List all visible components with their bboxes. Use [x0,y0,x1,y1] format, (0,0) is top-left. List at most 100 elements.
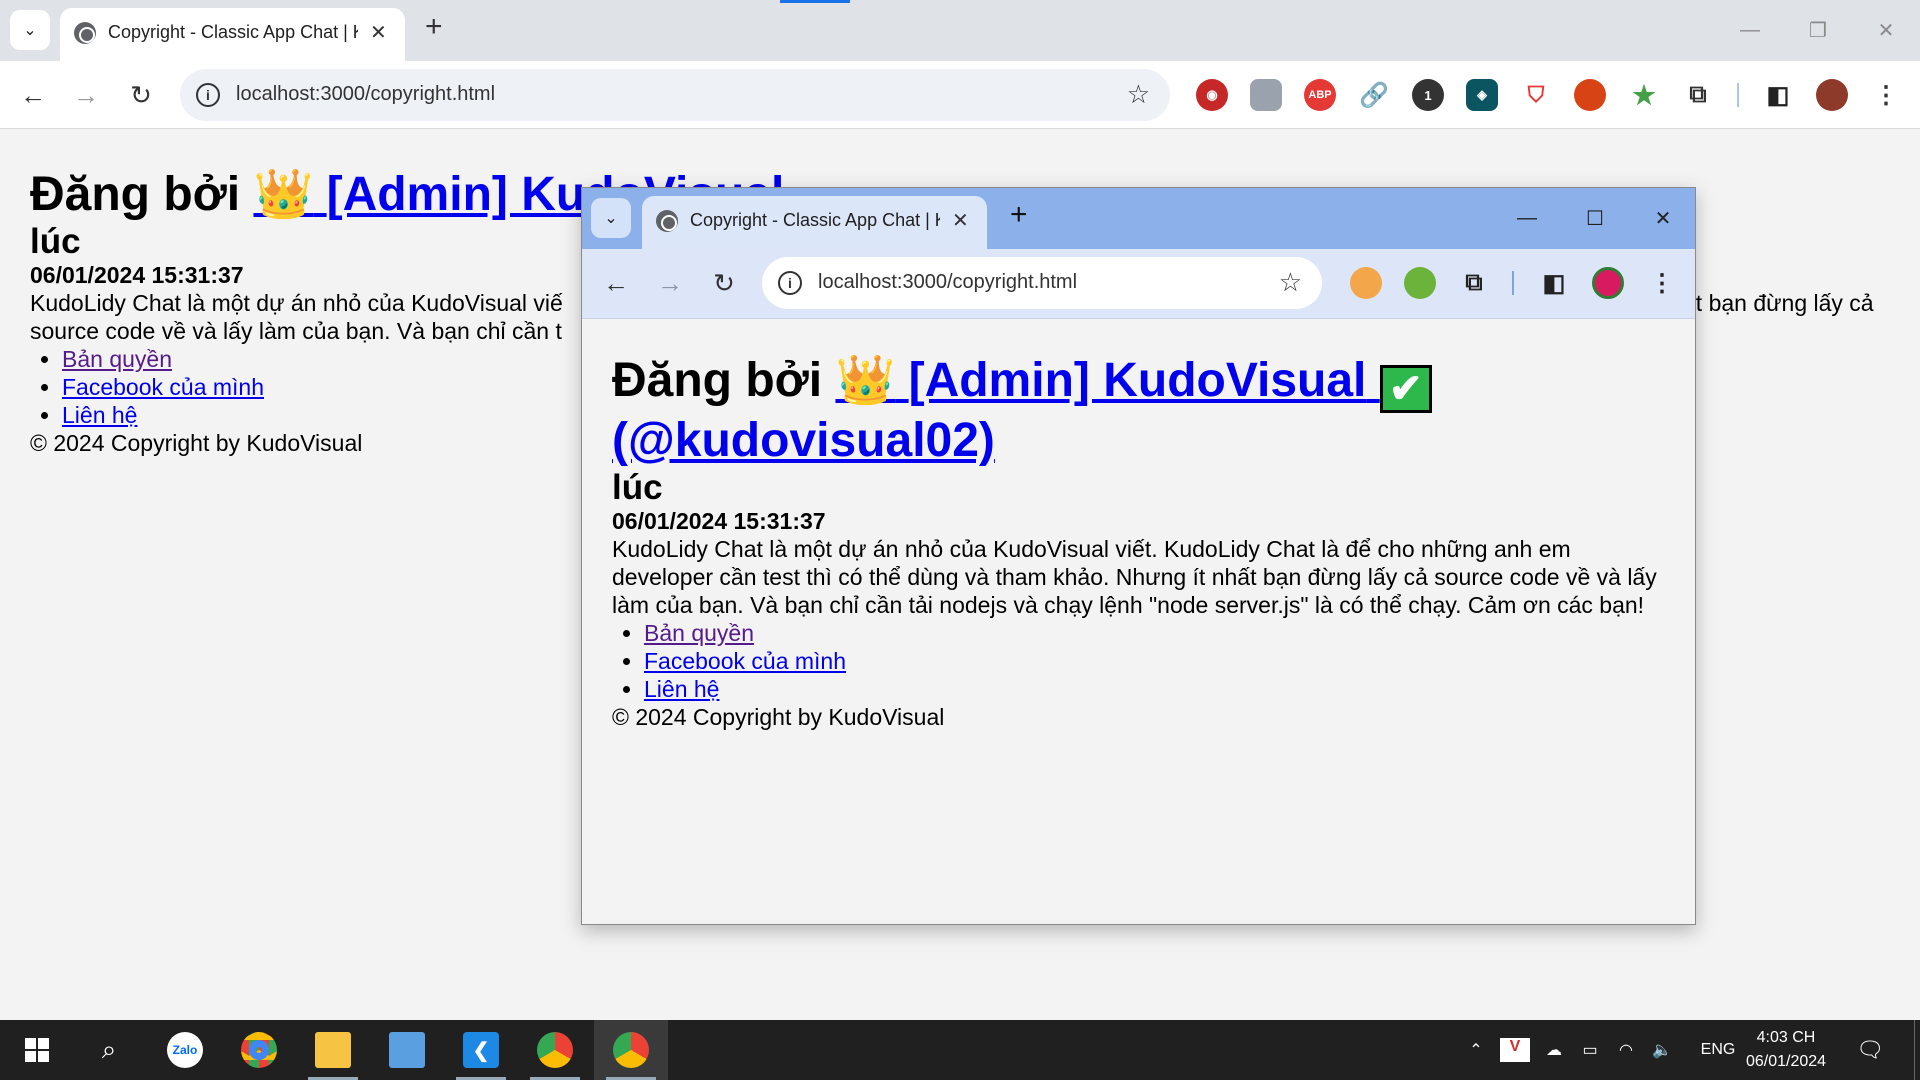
clock-time: 4:03 CH [1756,1029,1816,1046]
copyright-link[interactable]: Bản quyền [62,346,172,372]
contact-link[interactable]: Liên hệ [62,402,137,428]
copyright-link[interactable]: Bản quyền [644,620,754,646]
address-bar[interactable]: i localhost:3000/copyright.html ☆ [762,257,1322,309]
extension-orange-icon[interactable] [1350,267,1382,299]
list-item: Facebook của mình [644,647,1672,675]
back-arrow-icon[interactable]: ← [13,75,53,115]
facebook-link[interactable]: Facebook của mình [644,648,846,674]
browser-tab[interactable]: Copyright - Classic App Chat | K ✕ [60,8,405,61]
folder-icon [315,1032,351,1068]
restore-button[interactable]: ❐ [1784,0,1852,61]
wifi-icon[interactable]: ◠ [1608,1040,1644,1060]
minimize-button[interactable]: — [1493,188,1561,249]
close-window-button[interactable]: ✕ [1852,0,1920,61]
address-bar[interactable]: i localhost:3000/copyright.html ☆ [180,69,1170,121]
chevron-down-icon: ⌄ [604,210,618,227]
taskbar-app-zalo[interactable]: Zalo [148,1020,222,1080]
forward-arrow-icon[interactable]: → [66,75,106,115]
maximize-button[interactable]: ☐ [1561,188,1629,249]
avatar[interactable] [1592,267,1624,299]
show-desktop-button[interactable] [1914,1020,1920,1080]
minimize-button[interactable]: — [1716,0,1784,61]
side-panel-icon[interactable]: ◧ [1762,79,1794,111]
zalo-icon: Zalo [167,1032,203,1068]
window-controls: — ☐ ✕ [1493,188,1695,249]
start-button[interactable] [0,1020,74,1080]
reload-icon[interactable]: ↻ [121,75,161,115]
extension-photo-icon[interactable] [1250,79,1282,111]
tab-indicator [780,0,850,3]
search-icon: ⌕ [101,1034,117,1064]
browser-toolbar: ← → ↻ i localhost:3000/copyright.html ☆ … [582,249,1695,319]
shield-icon[interactable]: ⛉ [1520,79,1552,111]
tab-search-button[interactable]: ⌄ [10,10,50,50]
new-tab-button[interactable]: + [425,12,443,42]
list-item: Bản quyền [644,619,1672,647]
description: KudoLidy Chat là một dự án nhỏ của KudoV… [612,536,1657,618]
globe-icon [74,22,96,44]
extension-green-icon[interactable] [1404,267,1436,299]
taskbar-search-button[interactable]: ⌕ [72,1020,146,1080]
avatar[interactable] [1816,79,1848,111]
windows-taskbar: ⌕ Zalo ❮ ⌃ V ☁ ▭ ◠ 🔈 ENG 4:03 CH 06/01/2… [0,1020,1920,1080]
heading-prefix: Đăng bởi [30,168,241,221]
foreground-browser-window: ⌄ Copyright - Classic App Chat | K ✕ + —… [581,187,1696,925]
vscode-icon: ❮ [463,1032,499,1068]
link-extension-icon[interactable]: 🔗 [1358,79,1390,111]
taskbar-app-file-explorer[interactable] [296,1020,370,1080]
forward-arrow-icon[interactable]: → [650,263,690,303]
taskbar-app-vscode[interactable]: ❮ [444,1020,518,1080]
notification-center-icon[interactable]: 🗨 [1850,1020,1890,1080]
tab-search-button[interactable]: ⌄ [591,198,631,238]
window-controls: — ❐ ✕ [1716,0,1920,61]
tab-strip: ⌄ Copyright - Classic App Chat | K ✕ + —… [582,188,1695,249]
volume-icon[interactable]: 🔈 [1644,1040,1680,1060]
facebook-link[interactable]: Facebook của mình [62,374,264,400]
kebab-menu-icon[interactable]: ⋮ [1646,267,1678,299]
browser-toolbar: ← → ↻ i localhost:3000/copyright.html ☆ … [0,61,1920,129]
admin-link-text: [Admin] KudoVisual [908,354,1367,407]
close-tab-icon[interactable]: ✕ [370,20,387,45]
puzzle-extensions-icon[interactable]: ⧉ [1682,79,1714,111]
side-panel-icon[interactable]: ◧ [1538,267,1570,299]
at-label: lúc [612,468,663,507]
extension-dark-icon[interactable]: 1 [1412,79,1444,111]
site-info-icon[interactable]: i [196,83,220,107]
extension-star-icon[interactable]: ★ [1628,79,1660,111]
bookmark-star-icon[interactable]: ☆ [1279,267,1302,298]
close-window-button[interactable]: ✕ [1629,188,1695,249]
battery-icon[interactable]: ▭ [1572,1040,1608,1060]
url-text[interactable]: localhost:3000/copyright.html [818,271,1077,294]
extension-santa-icon[interactable] [1574,79,1606,111]
site-info-icon[interactable]: i [778,271,802,295]
extension-red-icon[interactable]: ◉ [1196,79,1228,111]
taskbar-app-chrome[interactable] [222,1020,296,1080]
chrome-profile-icon [537,1032,573,1068]
puzzle-extensions-icon[interactable]: ⧉ [1458,267,1490,299]
tab-title: Copyright - Classic App Chat | K [690,210,940,230]
contact-link[interactable]: Liên hệ [644,676,719,702]
tab-strip: ⌄ Copyright - Classic App Chat | K ✕ + —… [0,0,1920,61]
kebab-menu-icon[interactable]: ⋮ [1870,79,1902,111]
globe-icon [656,210,678,232]
extension-teal-icon[interactable]: ◈ [1466,79,1498,111]
heading-prefix: Đăng bởi [612,354,823,407]
front-page-content: Đăng bởi 👑 [Admin] KudoVisual ✔ (@kudovis… [612,353,1672,731]
adblock-plus-icon[interactable]: ABP [1304,79,1336,111]
new-tab-button[interactable]: + [1010,200,1028,230]
bookmark-star-icon[interactable]: ☆ [1127,79,1150,110]
taskbar-app-control-panel[interactable] [370,1020,444,1080]
crown-icon: 👑 [253,168,314,221]
back-arrow-icon[interactable]: ← [596,263,636,303]
close-tab-icon[interactable]: ✕ [952,208,969,233]
vivaldi-tray-icon[interactable]: V [1500,1038,1530,1062]
reload-icon[interactable]: ↻ [704,263,744,303]
onedrive-icon[interactable]: ☁ [1536,1040,1572,1060]
browser-tab[interactable]: Copyright - Classic App Chat | K ✕ [642,196,987,249]
taskbar-app-chrome-active[interactable] [594,1020,668,1080]
clock[interactable]: 4:03 CH 06/01/2024 [1736,1026,1836,1074]
url-text[interactable]: localhost:3000/copyright.html [236,83,495,106]
taskbar-app-chrome-profile[interactable] [518,1020,592,1080]
show-hidden-icons-icon[interactable]: ⌃ [1460,1040,1492,1060]
list-item: Liên hệ [644,675,1672,703]
